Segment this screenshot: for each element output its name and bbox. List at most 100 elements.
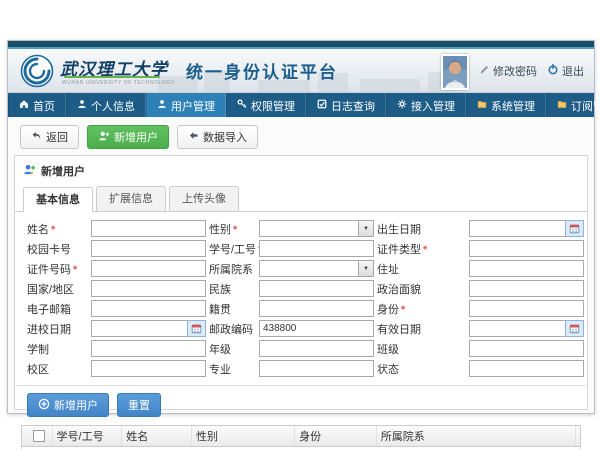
key-icon	[237, 99, 247, 112]
text-field[interactable]	[259, 280, 374, 297]
power-icon	[547, 63, 559, 78]
import-arrow-icon	[188, 130, 199, 144]
text-field[interactable]	[469, 260, 584, 277]
text-field[interactable]	[259, 300, 374, 317]
text-field[interactable]	[469, 240, 584, 257]
folder-icon	[557, 99, 567, 112]
column-header: 操作	[576, 426, 580, 446]
text-field[interactable]	[91, 260, 206, 277]
text-field[interactable]	[469, 340, 584, 357]
nav-item-6[interactable]: 接入管理	[386, 93, 466, 118]
field-label: 证件号码*	[27, 261, 91, 277]
university-logo-icon	[20, 54, 54, 93]
add-user-toolbar-button[interactable]: 新增用户	[87, 125, 169, 149]
text-field[interactable]	[91, 280, 206, 297]
field-label: 证件类型*	[377, 241, 469, 257]
avatar[interactable]	[441, 54, 469, 90]
required-star: *	[233, 224, 237, 236]
field-label: 民族	[209, 281, 259, 297]
new-user-panel: 新增用户 基本信息扩展信息上传头像 姓名*性别*▼出生日期校园卡号学号/工号*证…	[14, 155, 588, 410]
form-actions: 新增用户 重置	[15, 385, 587, 423]
column-header: 性别	[192, 426, 295, 446]
user-box: 修改密码 退出	[441, 49, 584, 92]
column-header: 所属院系	[377, 426, 576, 446]
logout-link[interactable]: 退出	[547, 63, 584, 79]
text-field[interactable]	[469, 300, 584, 317]
university-name-en: WUHAN UNIVERSITY OF TECHNOLOGY	[62, 80, 175, 86]
nav-item-label: 权限管理	[251, 98, 295, 114]
reset-button[interactable]: 重置	[117, 393, 161, 417]
field-label: 姓名*	[27, 221, 91, 237]
field-label: 校区	[27, 361, 91, 377]
nav-item-2[interactable]: 个人信息	[66, 93, 146, 118]
tab-3[interactable]: 上传头像	[169, 186, 239, 211]
text-field[interactable]	[259, 340, 374, 357]
nav-item-3[interactable]: 用户管理	[146, 93, 226, 118]
building-silhouette	[360, 79, 420, 92]
text-field[interactable]	[259, 360, 374, 377]
new-user-icon	[23, 163, 36, 179]
change-password-link[interactable]: 修改密码	[479, 63, 537, 79]
reset-button-label: 重置	[128, 397, 150, 413]
date-field[interactable]	[469, 220, 584, 237]
field-label: 住址	[377, 261, 469, 277]
plus-circle-icon	[38, 398, 50, 413]
chevron-down-icon[interactable]: ▼	[358, 261, 373, 276]
text-field[interactable]	[91, 220, 206, 237]
required-star: *	[73, 264, 77, 276]
field-label: 政治面貌	[377, 281, 469, 297]
column-header: 姓名	[122, 426, 192, 446]
toolbar: 返回 新增用户 数据导入	[8, 117, 594, 149]
chevron-down-icon[interactable]: ▼	[358, 221, 373, 236]
nav-item-1[interactable]: 首页	[8, 93, 66, 118]
logout-label: 退出	[562, 63, 584, 79]
nav-bar: 首页个人信息用户管理权限管理日志查询接入管理系统管理订阅管理	[8, 93, 594, 118]
add-user-submit-button[interactable]: 新增用户	[27, 393, 109, 417]
back-button-label: 返回	[46, 129, 68, 145]
tab-2[interactable]: 扩展信息	[96, 186, 166, 211]
field-label: 年级	[209, 341, 259, 357]
field-label: 校园卡号	[27, 241, 91, 257]
select-field[interactable]: ▼	[259, 260, 374, 277]
logo-swoosh	[64, 76, 160, 78]
add-user-toolbar-label: 新增用户	[114, 129, 158, 145]
nav-item-label: 用户管理	[171, 98, 215, 114]
user-add-icon	[98, 130, 110, 145]
select-field[interactable]: ▼	[259, 220, 374, 237]
nav-item-5[interactable]: 日志查询	[306, 93, 386, 118]
form-area: 姓名*性别*▼出生日期校园卡号学号/工号*证件类型*证件号码*所属院系▼住址国家…	[15, 212, 587, 381]
nav-item-label: 首页	[33, 98, 55, 114]
text-field[interactable]	[469, 360, 584, 377]
field-label: 有效日期	[377, 321, 469, 337]
text-field[interactable]	[91, 300, 206, 317]
field-label: 邮政编码	[209, 321, 259, 337]
calendar-icon[interactable]	[565, 220, 584, 237]
text-field[interactable]	[91, 340, 206, 357]
back-button[interactable]: 返回	[20, 125, 79, 149]
field-label: 状态	[377, 361, 469, 377]
field-label: 专业	[209, 361, 259, 377]
date-field[interactable]	[91, 320, 206, 337]
field-value: 438800	[263, 323, 296, 334]
field-label: 出生日期	[377, 221, 469, 237]
text-field[interactable]	[91, 360, 206, 377]
text-field[interactable]	[469, 280, 584, 297]
nav-item-4[interactable]: 权限管理	[226, 93, 306, 118]
data-import-button[interactable]: 数据导入	[177, 125, 258, 149]
field-label: 国家/地区	[27, 281, 91, 297]
gear-icon	[397, 99, 407, 112]
change-password-label: 修改密码	[493, 63, 537, 79]
calendar-icon[interactable]	[187, 320, 206, 337]
form-grid: 姓名*性别*▼出生日期校园卡号学号/工号*证件类型*证件号码*所属院系▼住址国家…	[27, 220, 581, 377]
column-header: 学号/工号	[53, 426, 123, 446]
data-import-label: 数据导入	[203, 129, 247, 145]
nav-item-8[interactable]: 订阅管理	[546, 93, 600, 118]
calendar-icon[interactable]	[565, 320, 584, 337]
nav-item-7[interactable]: 系统管理	[466, 93, 546, 118]
select-all-checkbox[interactable]	[33, 430, 45, 442]
date-field[interactable]	[469, 320, 584, 337]
text-field[interactable]: 438800	[259, 320, 374, 337]
tab-1[interactable]: 基本信息	[23, 187, 93, 212]
text-field[interactable]	[259, 240, 374, 257]
text-field[interactable]	[91, 240, 206, 257]
